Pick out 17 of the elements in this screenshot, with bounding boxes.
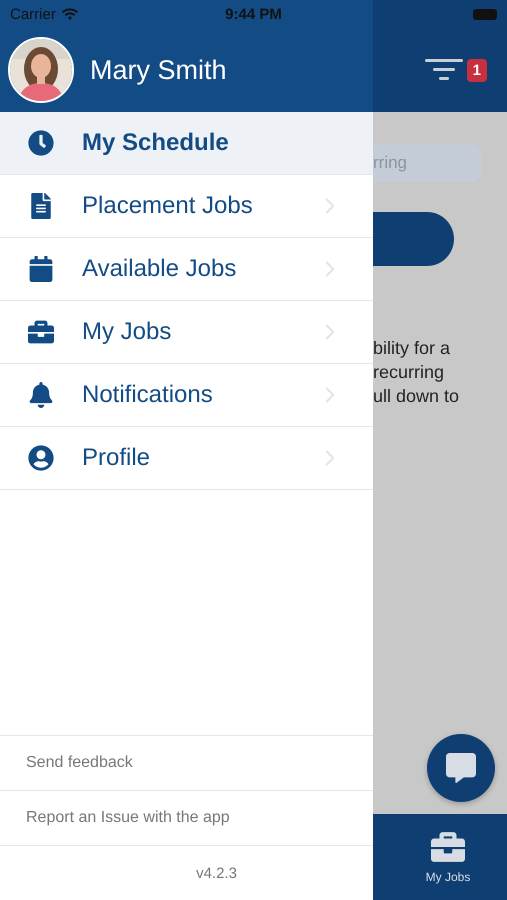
action-button[interactable]	[373, 212, 454, 266]
user-icon	[26, 445, 56, 471]
briefcase-icon	[431, 830, 465, 864]
menu-item[interactable]: My Schedule	[0, 112, 373, 175]
briefcase-icon	[26, 319, 56, 345]
clock-icon	[26, 130, 56, 156]
carrier-label: Carrier	[10, 6, 56, 22]
chat-icon	[446, 753, 476, 783]
battery-icon	[473, 8, 497, 20]
version-label: v4.2.3	[196, 864, 237, 882]
count-badge: 1	[466, 58, 487, 82]
wifi-icon	[62, 6, 78, 22]
paragraph: bility for a recurring ull down to	[373, 337, 460, 408]
status-time: 9:44 PM	[225, 6, 282, 22]
filter-icon[interactable]	[424, 57, 463, 83]
chat-button[interactable]	[427, 734, 495, 802]
user-name: Mary Smith	[90, 54, 227, 86]
